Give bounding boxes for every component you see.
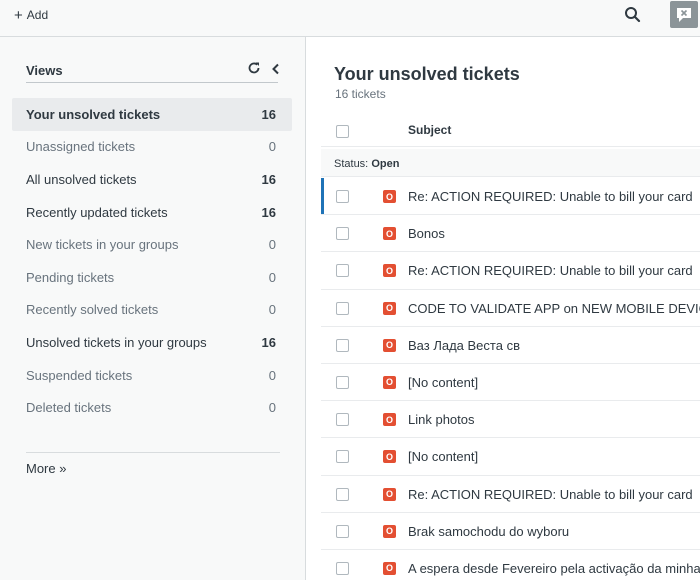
status-badge: O: [383, 487, 396, 501]
table-row[interactable]: O [No content]: [321, 438, 700, 476]
table-row[interactable]: O A espera desde Fevereiro pela activação…: [321, 550, 700, 580]
view-item-label: Unassigned tickets: [26, 139, 136, 155]
divider: [26, 452, 280, 453]
select-all-checkbox[interactable]: [336, 125, 349, 138]
view-item-count: 16: [261, 171, 276, 187]
status-badge: O: [383, 561, 396, 575]
view-item-label: Suspended tickets: [26, 367, 133, 383]
table-row[interactable]: O Ваз Лада Веста св: [321, 327, 700, 364]
view-item-label: Recently solved tickets: [26, 302, 159, 318]
views-sidebar: Views Your unsolved tickets 16 Unassigned …: [0, 37, 306, 580]
view-item-label: New tickets in your groups: [26, 237, 179, 253]
row-checkbox[interactable]: [336, 450, 349, 464]
view-item-count: 0: [268, 400, 276, 416]
ticket-rows: O Re: ACTION REQUIRED: Unable to bill you…: [321, 178, 700, 580]
status-group-header: Status: Open: [321, 149, 700, 177]
view-item-count: 16: [261, 204, 276, 220]
view-item[interactable]: All unsolved tickets 16: [12, 163, 292, 196]
row-checkbox[interactable]: [336, 375, 349, 389]
status-badge: O: [383, 450, 396, 464]
table-row[interactable]: O Re: ACTION REQUIRED: Unable to bill you…: [321, 476, 700, 513]
view-item-count: 0: [268, 139, 276, 155]
ticket-list-panel: Your unsolved tickets 16 tickets Subject…: [307, 37, 700, 580]
view-item-count: 16: [261, 334, 276, 350]
row-checkbox[interactable]: [336, 561, 349, 575]
ticket-subject[interactable]: Bonos: [408, 226, 445, 241]
status-value: Open: [371, 158, 400, 170]
table-row[interactable]: O Brak samochodu do wyboru: [321, 513, 700, 550]
ticket-subject[interactable]: Re: ACTION REQUIRED: Unable to bill your…: [408, 263, 693, 278]
refresh-icon[interactable]: [247, 61, 261, 75]
status-badge: O: [383, 301, 396, 315]
row-checkbox[interactable]: [336, 524, 349, 538]
status-badge: O: [383, 524, 396, 538]
status-badge: O: [383, 227, 396, 241]
status-prefix: Status:: [334, 158, 369, 170]
add-button-label: Add: [26, 8, 49, 22]
view-item-label: Unsolved tickets in your groups: [26, 334, 207, 350]
top-bar: + Add: [0, 0, 700, 37]
view-item[interactable]: Your unsolved tickets 16: [12, 98, 292, 131]
view-item-label: Deleted tickets: [26, 400, 112, 416]
search-icon[interactable]: [623, 5, 643, 25]
column-header-subject[interactable]: Subject: [408, 123, 451, 137]
table-header: Subject: [321, 115, 700, 147]
view-item-count: 0: [268, 269, 276, 285]
plus-icon: +: [14, 6, 23, 24]
view-item-count: 0: [268, 237, 276, 253]
table-row[interactable]: O Re: ACTION REQUIRED: Unable to bill you…: [321, 178, 700, 216]
status-badge: O: [383, 338, 396, 352]
view-item[interactable]: Suspended tickets 0: [12, 359, 292, 392]
view-item[interactable]: New tickets in your groups 0: [12, 228, 292, 261]
view-item-count: 0: [268, 302, 276, 318]
status-badge: O: [383, 190, 396, 203]
ticket-subject[interactable]: CODE TO VALIDATE APP on NEW MOBILE DEVIC…: [408, 301, 700, 316]
view-item-label: All unsolved tickets: [26, 171, 137, 187]
row-checkbox[interactable]: [336, 227, 349, 241]
ticket-count: 16 tickets: [335, 87, 386, 101]
view-item[interactable]: Unassigned tickets 0: [12, 131, 292, 164]
status-badge: O: [383, 413, 396, 427]
ticket-subject[interactable]: Re: ACTION REQUIRED: Unable to bill your…: [408, 189, 693, 204]
row-checkbox[interactable]: [336, 487, 349, 501]
ticket-subject[interactable]: Link photos: [408, 412, 475, 427]
status-badge: O: [383, 264, 396, 278]
view-item[interactable]: Unsolved tickets in your groups 16: [12, 326, 292, 359]
view-item-label: Pending tickets: [26, 269, 115, 285]
ticket-subject[interactable]: [No content]: [408, 449, 478, 464]
ticket-subject[interactable]: Re: ACTION REQUIRED: Unable to bill your…: [408, 487, 693, 502]
table-row[interactable]: O [No content]: [321, 364, 700, 402]
row-checkbox[interactable]: [336, 264, 349, 278]
view-item[interactable]: Deleted tickets 0: [12, 391, 292, 424]
table-row[interactable]: O Bonos: [321, 215, 700, 253]
views-header: Views: [26, 59, 279, 83]
chat-bubble-close-icon[interactable]: [670, 1, 698, 28]
view-item[interactable]: Pending tickets 0: [12, 261, 292, 294]
view-item[interactable]: Recently solved tickets 0: [12, 294, 292, 327]
row-checkbox[interactable]: [336, 413, 349, 427]
ticket-subject[interactable]: [No content]: [408, 375, 478, 390]
row-checkbox[interactable]: [336, 301, 349, 315]
ticket-subject[interactable]: A espera desde Fevereiro pela activação …: [408, 561, 700, 576]
page-title: Your unsolved tickets: [334, 64, 520, 84]
row-checkbox[interactable]: [336, 338, 349, 352]
view-item-count: 0: [268, 367, 276, 383]
view-item-count: 16: [261, 106, 276, 122]
add-button[interactable]: + Add: [14, 7, 48, 23]
views-list: Your unsolved tickets 16 Unassigned ticket…: [12, 98, 292, 424]
row-checkbox[interactable]: [336, 190, 349, 203]
chevron-left-icon[interactable]: [270, 62, 282, 76]
view-item-label: Your unsolved tickets: [26, 106, 161, 122]
views-title: Views: [26, 63, 63, 78]
ticket-subject[interactable]: Brak samochodu do wyboru: [408, 524, 569, 539]
table-row[interactable]: O Re: ACTION REQUIRED: Unable to bill you…: [321, 252, 700, 290]
table-row[interactable]: O CODE TO VALIDATE APP on NEW MOBILE DEVI…: [321, 290, 700, 327]
status-badge: O: [383, 375, 396, 389]
view-item-label: Recently updated tickets: [26, 204, 168, 220]
ticket-subject[interactable]: Ваз Лада Веста св: [408, 338, 520, 353]
view-item[interactable]: Recently updated tickets 16: [12, 196, 292, 229]
more-views-link[interactable]: More »: [26, 461, 66, 476]
table-row[interactable]: O Link photos: [321, 401, 700, 439]
